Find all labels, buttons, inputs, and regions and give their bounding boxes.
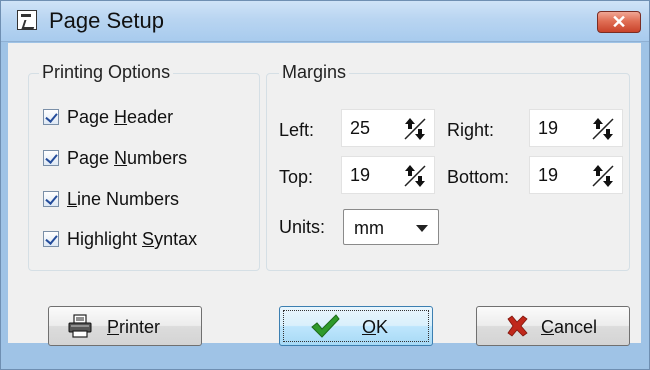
margins-group: Margins Left: 25 Right: 19 Top: 19 Botto…: [266, 62, 630, 271]
margins-title: Margins: [279, 62, 350, 83]
top-margin-label: Top:: [279, 167, 314, 187]
dialog-client-area: Printing Options Page Header Page Number…: [8, 43, 641, 346]
cancel-label: Cancel: [541, 317, 598, 337]
bottom-margin-label: Bottom:: [447, 167, 510, 187]
close-button[interactable]: ✕: [597, 11, 641, 33]
bottom-margin-spinner[interactable]: 19: [529, 156, 623, 194]
close-icon: ✕: [611, 12, 627, 32]
checkbox-checked-icon: [43, 150, 59, 166]
checkbox-checked-icon: [43, 109, 59, 125]
title-bar[interactable]: Page Setup ✕: [1, 1, 649, 42]
top-margin-value: 19: [350, 165, 371, 185]
units-select[interactable]: mm: [343, 209, 439, 245]
ok-button[interactable]: OK: [279, 306, 433, 346]
bottom-margin-value: 19: [538, 165, 559, 185]
focus-rectangle: [283, 310, 429, 342]
line-numbers-label: Line Numbers: [67, 189, 180, 209]
left-margin-value: 25: [350, 118, 371, 138]
chevron-down-icon: [416, 225, 428, 232]
cancel-button[interactable]: Cancel: [476, 306, 630, 346]
units-value: mm: [354, 218, 384, 238]
right-margin-spinner[interactable]: 19: [529, 109, 623, 147]
page-header-label: Page Header: [67, 107, 174, 127]
printing-options-title: Printing Options: [39, 62, 174, 83]
printing-options-group: Printing Options Page Header Page Number…: [28, 62, 260, 271]
highlight-syntax-label: Highlight Syntax: [67, 229, 198, 249]
printer-icon: [67, 314, 93, 343]
x-mark-icon: [505, 314, 529, 343]
units-label: Units:: [279, 217, 326, 237]
spin-arrows-icon[interactable]: [401, 162, 429, 190]
top-margin-spinner[interactable]: 19: [341, 156, 435, 194]
right-margin-label: Right:: [447, 120, 495, 140]
printer-button[interactable]: Printer: [48, 306, 202, 346]
right-margin-value: 19: [538, 118, 559, 138]
left-margin-spinner[interactable]: 25: [341, 109, 435, 147]
spin-arrows-icon[interactable]: [589, 115, 617, 143]
checkmark-icon: [310, 313, 340, 344]
ok-label: OK: [362, 317, 389, 337]
page-setup-icon: [17, 10, 37, 30]
checkbox-checked-icon: [43, 191, 59, 207]
page-setup-window: Page Setup ✕ Printing Options Page Heade…: [0, 0, 650, 370]
page-numbers-label: Page Numbers: [67, 148, 188, 168]
printer-label: Printer: [107, 317, 161, 337]
checkbox-checked-icon: [43, 231, 59, 247]
spin-arrows-icon[interactable]: [401, 115, 429, 143]
window-title: Page Setup: [49, 8, 164, 33]
spin-arrows-icon[interactable]: [589, 162, 617, 190]
left-margin-label: Left:: [279, 120, 315, 140]
